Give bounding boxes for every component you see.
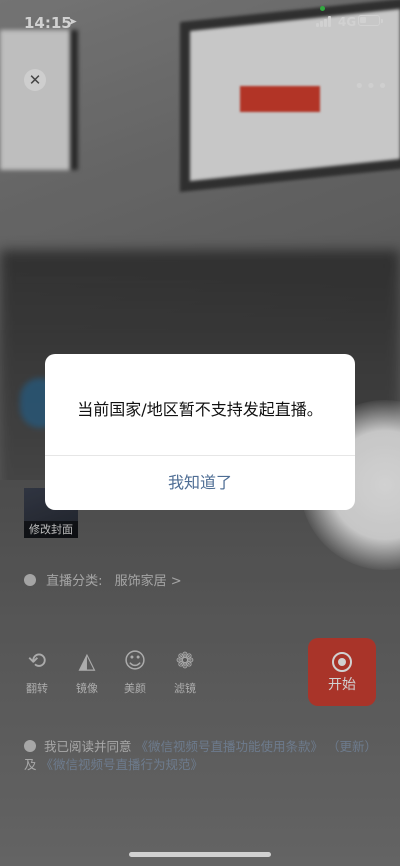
dialog-confirm-button[interactable]: 我知道了 (45, 456, 355, 510)
alert-dialog: 当前国家/地区暂不支持发起直播。 我知道了 (45, 354, 355, 510)
live-setup-screen: 14:15 ➤ 4G ✕ ••• 修改封面 直播分类: 服饰家居 > ⟲ 翻转 … (0, 0, 400, 866)
dialog-message: 当前国家/地区暂不支持发起直播。 (77, 400, 323, 419)
